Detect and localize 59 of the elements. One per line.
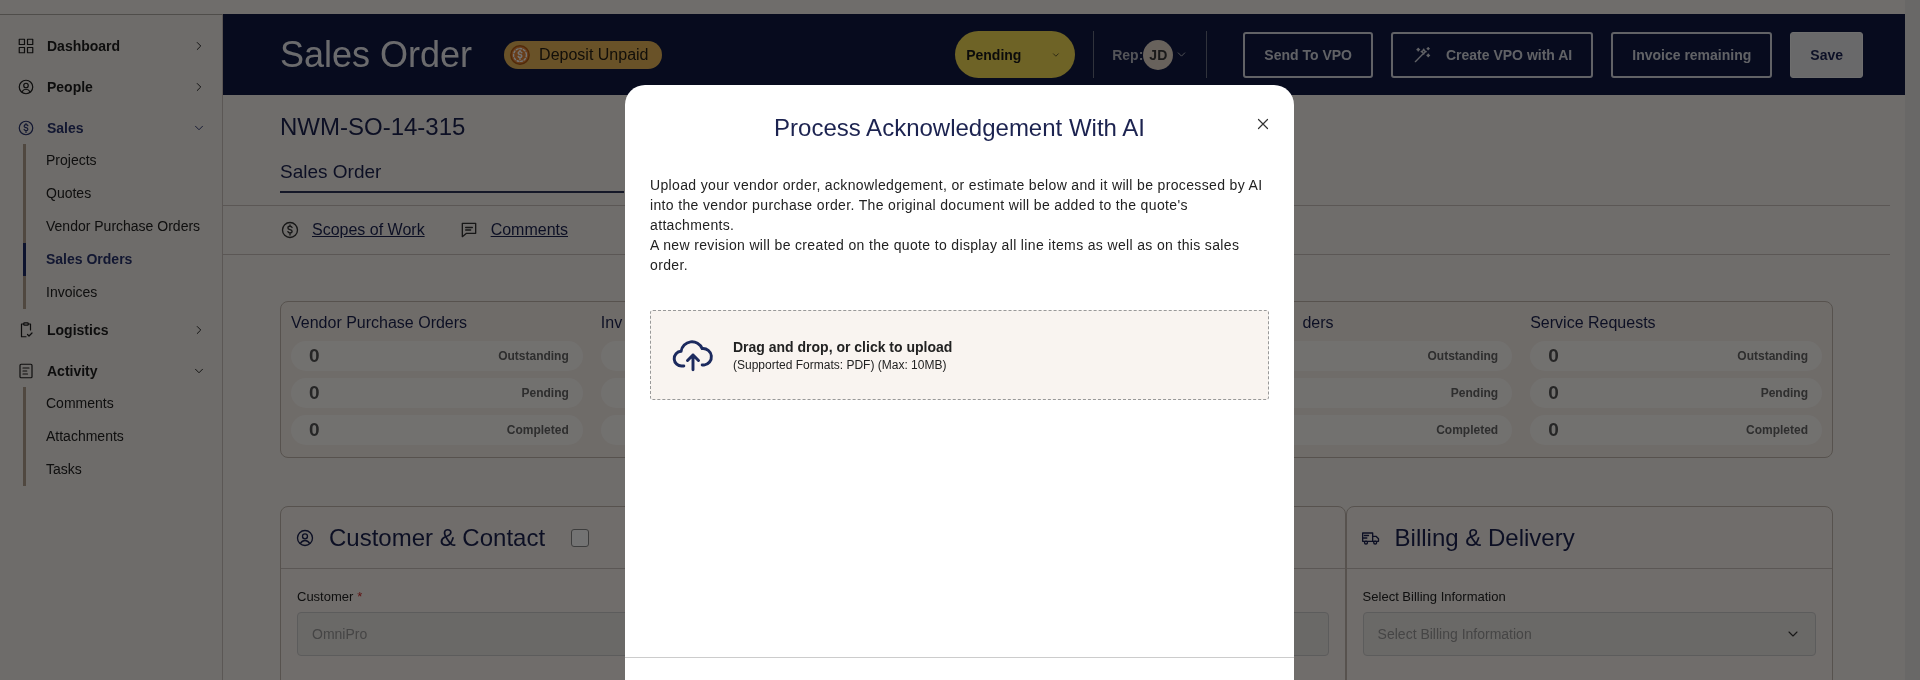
group-title: Vendor Purchase Orders: [291, 314, 468, 333]
count-value: 0: [1548, 345, 1559, 367]
count-label: Outstanding: [498, 349, 569, 363]
count-label: Pending: [1450, 386, 1499, 400]
nav-subitem[interactable]: Invoices: [23, 276, 222, 309]
document-icon: [17, 361, 35, 380]
page-title: Sales Order: [280, 33, 473, 76]
group-title: ders: [1302, 314, 1334, 333]
avatar[interactable]: JD: [1143, 39, 1174, 70]
dashboard-icon: [17, 36, 35, 55]
card-title: Billing & Delivery: [1394, 523, 1575, 552]
tab[interactable]: Sales Order: [280, 161, 624, 193]
upload-dropzone[interactable]: Drag and drop, or click to upload (Supported Formats: PDF) (Max: 10MB): [650, 310, 1269, 400]
count-label: Pending: [521, 386, 569, 400]
action-button[interactable]: Create VPO with AI: [1390, 31, 1594, 78]
upload-instruction: Drag and drop, or click to upload: [733, 338, 953, 355]
count-label: Completed: [506, 423, 569, 437]
nav-item[interactable]: Logistics: [0, 309, 222, 350]
card-title: Customer & Contact: [329, 523, 546, 552]
count-label: Completed: [1745, 423, 1808, 437]
modal-text: A new revision will be created on the quote to display all line items as well as on this sales order.: [650, 236, 1241, 275]
section-link[interactable]: Scopes of Work: [312, 221, 425, 239]
person-icon: [295, 527, 315, 548]
status-dropdown[interactable]: Pending: [955, 31, 1076, 78]
required-mark: *: [357, 589, 363, 604]
nav-subitem[interactable]: Tasks: [23, 453, 222, 486]
field-label: Customer: [297, 589, 354, 604]
nav-item[interactable]: People: [0, 66, 222, 107]
upload-hint: (Supported Formats: PDF) (Max: 10MB): [733, 357, 948, 372]
save-button[interactable]: Save: [1790, 31, 1863, 78]
record-number: NWM-SO-14-315: [280, 113, 466, 141]
dollar-icon: [280, 220, 300, 240]
nav-subitem[interactable]: Vendor Purchase Orders: [23, 210, 222, 243]
count-label: Outstanding: [1427, 349, 1499, 363]
dollar-icon: [17, 118, 35, 137]
count-value: 0: [309, 419, 320, 441]
coin-icon: [509, 43, 532, 66]
modal-title: Process Acknowledgement With AI: [774, 114, 1145, 142]
count-label: Outstanding: [1737, 349, 1808, 363]
nav-subitem[interactable]: Quotes: [23, 177, 222, 210]
count-label: Completed: [1436, 423, 1499, 437]
nav-item[interactable]: Dashboard: [0, 25, 222, 66]
group-title: Service Requests: [1530, 314, 1656, 333]
action-button[interactable]: Send To VPO: [1243, 31, 1373, 78]
field-label: Select Billing Information: [1362, 589, 1507, 604]
checkbox[interactable]: [571, 528, 590, 547]
action-button[interactable]: Invoice remaining: [1611, 31, 1773, 78]
count-value: 0: [309, 345, 320, 367]
section-link[interactable]: Comments: [490, 221, 568, 239]
nav-subitem[interactable]: Attachments: [23, 420, 222, 453]
count-value: 0: [309, 382, 320, 404]
count-value: 0: [1548, 382, 1559, 404]
modal-text: Upload your vendor order, acknowledgement, or estimate below and it will be processed by AI into the vendor purchase order. The original document will be added to the quote's attachments.: [650, 176, 1264, 235]
person-icon: [17, 77, 35, 96]
count-label: Pending: [1760, 386, 1808, 400]
group-title: Inv: [600, 314, 623, 333]
rep-label: Rep:: [1112, 46, 1144, 63]
count-value: 0: [1548, 419, 1559, 441]
status-badge: Deposit Unpaid: [504, 40, 663, 69]
